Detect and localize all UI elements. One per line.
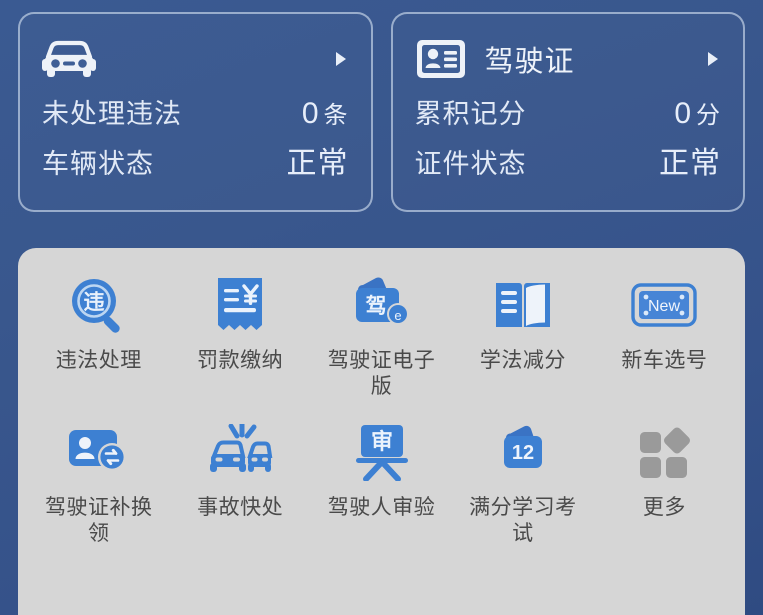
chevron-right-icon[interactable] [705,50,721,68]
grid-item-label: 学法减分 [479,349,566,372]
grid-item-license-replacement[interactable]: 驾驶证补换领 [28,421,169,546]
license-renew-icon [66,421,132,483]
grid-item-new-plate-selection[interactable]: New 新车选号 [594,274,735,399]
vehicle-row-violations-value: 0 [301,97,320,130]
svg-text:New: New [648,298,680,315]
new-plate-icon: New [631,274,698,336]
vehicle-row-status: 车辆状态 正常 [42,138,349,184]
e-license-wallet-icon: 驾 e [349,274,415,336]
vehicle-row-violations-unit: 条 [323,102,349,129]
vehicle-row-violations: 未处理违法 0 条 [42,92,349,138]
license-status-card[interactable]: 驾驶证 累积记分 0 分 证件状态 正常 [390,12,745,212]
grid-item-label: 驾驶证电子版 [327,349,436,398]
vehicle-status-card[interactable]: 未处理违法 0 条 车辆状态 正常 [18,12,373,212]
more-grid-icon [631,421,697,483]
svg-text:违: 违 [83,290,104,314]
license-row-status-label: 证件状态 [414,149,527,179]
svg-text:12: 12 [512,442,534,464]
grid-item-label: 罚款缴纳 [197,349,284,372]
vehicle-card-header[interactable] [42,32,349,86]
grid-item-label: 满分学习考试 [469,496,577,545]
grid-item-label: 新车选号 [621,349,708,372]
grid-item-label: 事故快处 [197,496,284,520]
grid-item-fine-payment[interactable]: 罚款缴纳 [169,274,310,399]
grid-item-e-license[interactable]: 驾 e 驾驶证电子版 [311,274,452,399]
chevron-right-icon[interactable] [333,50,349,68]
grid-item-violation-handling[interactable]: 违 违法处理 [28,274,169,399]
vehicle-row-status-label: 车辆状态 [42,149,154,179]
license-card-header[interactable]: 驾驶证 [415,32,722,86]
grid-item-label: 驾驶人审验 [327,496,436,520]
license-row-status: 证件状态 正常 [415,138,722,184]
license-row-points-value: 0 [674,97,692,130]
status-cards-row: 未处理违法 0 条 车辆状态 正常 驾驶证 累积记分 0 分 证件状态 正常 [0,0,763,212]
license-row-points: 累积记分 0 分 [415,92,722,138]
license-card-title: 驾驶证 [484,46,575,78]
svg-text:审: 审 [371,429,393,455]
svg-text:驾: 驾 [365,294,386,318]
id-card-icon [415,38,471,80]
service-grid-panel: 违 违法处理 罚款缴纳 驾 e 驾驶证电子版 学法减分 New 新车选号 驾驶证… [18,248,745,615]
svg-text:e: e [394,308,401,323]
grid-item-label: 驾驶证补换领 [44,496,153,545]
grid-item-label: 更多 [642,496,686,520]
grid-item-law-study-points[interactable]: 学法减分 [452,274,593,399]
car-crash-icon [207,421,273,483]
license-row-status-value: 正常 [659,147,721,180]
app-root: 未处理违法 0 条 车辆状态 正常 驾驶证 累积记分 0 分 证件状态 正常 违… [0,0,763,615]
receipt-yuan-icon [207,274,273,336]
grid-item-label: 违法处理 [55,349,142,372]
license-row-points-unit: 分 [696,102,721,129]
grid-item-more[interactable]: 更多 [594,421,735,546]
vehicle-row-status-value: 正常 [286,147,349,180]
license-row-points-label: 累积记分 [414,99,527,129]
grid-item-accident-quick-handling[interactable]: 事故快处 [169,421,310,546]
vehicle-row-violations-label: 未处理违法 [42,99,182,129]
car-icon [42,38,98,80]
open-book-icon [490,274,556,336]
grid-item-full-points-exam[interactable]: 12 满分学习考试 [452,421,593,546]
points-12-icon: 12 [490,421,556,483]
service-grid-row: 违 违法处理 罚款缴纳 驾 e 驾驶证电子版 学法减分 New 新车选号 [28,274,735,399]
review-board-icon: 审 [349,421,415,483]
violation-search-icon: 违 [66,274,132,336]
grid-item-driver-review[interactable]: 审 驾驶人审验 [311,421,452,546]
service-grid-row: 驾驶证补换领 事故快处 审 驾驶人审验 12 满分学习考试 更多 [28,421,735,546]
